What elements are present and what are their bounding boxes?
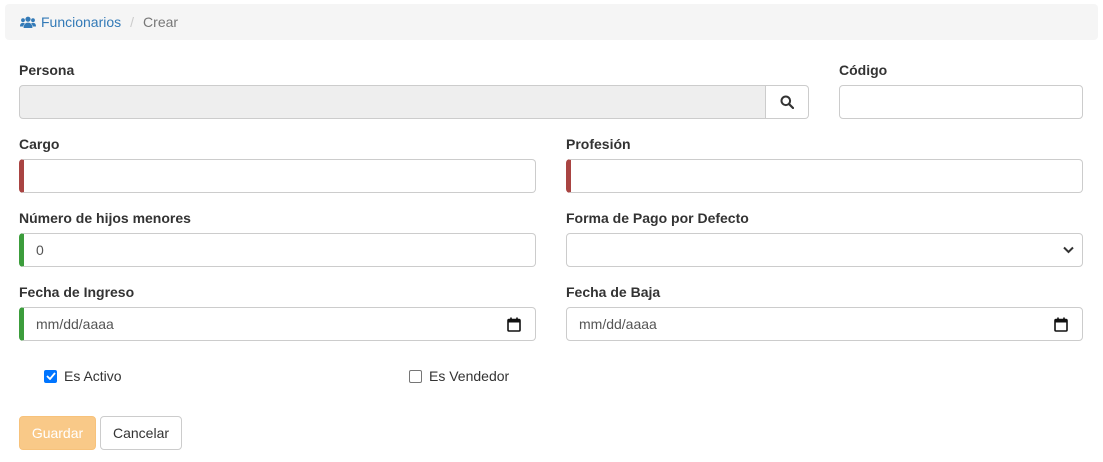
calendar-icon[interactable]: [507, 317, 521, 332]
breadcrumb-current: Crear: [143, 14, 179, 30]
breadcrumb-link-funcionarios[interactable]: Funcionarios: [20, 14, 121, 30]
es-vendedor-checkbox-row[interactable]: Es Vendedor: [409, 368, 509, 384]
cancel-button[interactable]: Cancelar: [100, 416, 182, 450]
hijos-input[interactable]: 0: [19, 233, 536, 267]
breadcrumb-separator: /: [130, 14, 135, 30]
es-vendedor-checkbox[interactable]: [409, 369, 422, 383]
es-activo-checkbox-row[interactable]: Es Activo: [44, 368, 122, 384]
fecha-ingreso-placeholder: mm/dd/aaaa: [36, 316, 114, 332]
calendar-icon[interactable]: [1054, 317, 1068, 332]
persona-input[interactable]: [19, 85, 766, 119]
persona-search-button[interactable]: [766, 85, 809, 119]
breadcrumb-parent-label[interactable]: Funcionarios: [41, 14, 121, 30]
profesion-input[interactable]: [566, 159, 1083, 193]
hijos-label: Número de hijos menores: [19, 210, 191, 226]
fecha-baja-label: Fecha de Baja: [566, 284, 661, 300]
codigo-label: Código: [839, 62, 888, 78]
chevron-down-icon: [1063, 246, 1074, 254]
es-activo-checkbox[interactable]: [44, 369, 57, 383]
persona-label: Persona: [19, 62, 75, 78]
cargo-label: Cargo: [19, 136, 60, 152]
fecha-ingreso-input[interactable]: mm/dd/aaaa: [19, 307, 536, 341]
breadcrumb: Funcionarios / Crear: [5, 4, 1098, 40]
fecha-ingreso-label: Fecha de Ingreso: [19, 284, 135, 300]
fecha-baja-input[interactable]: mm/dd/aaaa: [566, 307, 1083, 341]
cargo-input[interactable]: [19, 159, 536, 193]
codigo-input[interactable]: [839, 85, 1083, 119]
es-vendedor-label[interactable]: Es Vendedor: [429, 368, 509, 384]
checkmark-icon: [45, 372, 56, 380]
forma-pago-label: Forma de Pago por Defecto: [566, 210, 749, 226]
save-button[interactable]: Guardar: [19, 416, 96, 450]
fecha-baja-placeholder: mm/dd/aaaa: [579, 316, 657, 332]
search-icon: [780, 95, 794, 109]
es-activo-label[interactable]: Es Activo: [64, 368, 122, 384]
profesion-label: Profesión: [566, 136, 631, 152]
forma-pago-select[interactable]: [566, 233, 1083, 267]
users-icon: [20, 16, 36, 28]
